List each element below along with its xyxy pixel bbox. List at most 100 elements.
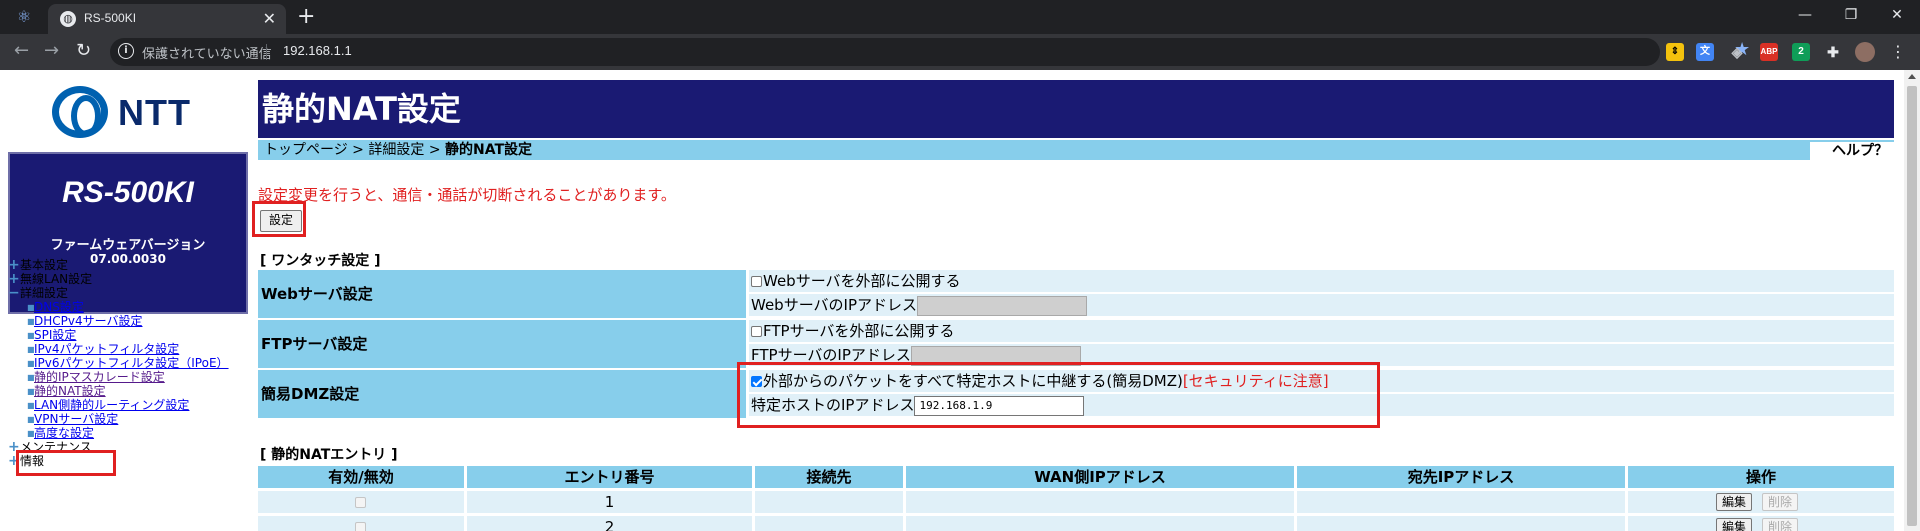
page-title: 静的NAT設定 [258,80,1894,138]
ftp-server-label: FTPサーバ設定 [258,320,746,368]
extension-translate-icon[interactable]: 文 [1696,43,1714,61]
omnibox-divider [266,44,267,60]
menu-item-dhcpv4[interactable]: ■ DHCPv4サーバ設定 [8,314,143,328]
bullet-icon: ■ [27,331,35,340]
entry-enabled-checkbox [355,497,366,508]
adblock-icon[interactable]: ABP [1760,43,1778,61]
col-operation: 操作 [1628,466,1894,488]
security-label: 保護されていない通信 [142,46,272,61]
menu-item-static-masquerade[interactable]: ■ 静的IPマスカレード設定 [8,370,165,384]
bullet-icon: ■ [27,359,35,368]
scroll-up-icon[interactable] [1908,74,1916,79]
web-server-label: Webサーバ設定 [258,270,746,318]
menu-item-basic[interactable]: + 基本設定 [8,258,68,272]
extensions-puzzle-icon[interactable]: ✚ [1824,43,1842,61]
menu-item-static-nat[interactable]: ■ 静的NAT設定 [8,384,106,398]
tab-close-icon[interactable]: ✕ [263,9,276,28]
ftp-publish-label: FTPサーバを外部に公開する [763,322,955,340]
breadcrumb-top[interactable]: トップページ [264,142,348,158]
page-viewport: NTT RS-500KI ファームウェアバージョン 07.00.0030 + 基本… [0,70,1920,531]
restore-icon[interactable]: ❐ [1828,4,1874,26]
expand-plus-icon: + [8,257,20,273]
bullet-icon: ■ [27,345,35,354]
page-scrollbar[interactable] [1904,70,1920,531]
entry-wan-ip [906,516,1294,531]
expand-plus-icon: + [8,271,20,287]
ftp-publish-checkbox[interactable] [751,326,762,337]
set-button[interactable]: 設定 [260,210,303,232]
entry-number: 2 [467,516,752,531]
extension-badge-icon[interactable]: 2 [1792,43,1810,61]
entry-operations: 編集 削除 [1628,491,1894,513]
breadcrumb-detail[interactable]: 詳細設定 [368,142,424,158]
menu-item-dns[interactable]: ■ DNS設定 [8,300,84,314]
edit-button[interactable]: 編集 [1716,493,1753,511]
bullet-icon: ■ [27,387,35,396]
globe-icon: ◍ [60,11,76,27]
collapse-minus-icon: − [8,285,20,301]
browser-tabstrip: ⚛ ◍ RS-500KI ✕ + — ❐ ✕ [0,0,1920,34]
window-close-icon[interactable]: ✕ [1874,4,1920,26]
extension-download-icon[interactable]: ⇕ [1666,43,1684,61]
help-link[interactable]: ヘルプ？ [1810,142,1894,160]
breadcrumb-current: 静的NAT設定 [445,142,533,158]
onetouch-section-title: [ ワンタッチ設定 ] [260,253,381,269]
profile-avatar[interactable] [1855,42,1875,62]
address-bar[interactable]: i 保護されていない通信 192.168.1.1 ★ [110,38,1750,66]
url-text[interactable]: 192.168.1.1 [283,43,352,58]
browser-tab[interactable]: ◍ RS-500KI ✕ [48,4,286,34]
reload-icon[interactable]: ↻ [76,41,91,61]
nav-highlight-box [16,450,116,476]
web-server-value: Webサーバを外部に公開する WebサーバのIPアドレス [749,270,1894,318]
bullet-icon: ■ [27,401,35,410]
entry-destination [755,491,903,513]
dmz-label: 簡易DMZ設定 [258,370,746,418]
delete-button: 削除 [1762,493,1799,511]
entry-operations: 編集 削除 [1628,516,1894,531]
entry-enabled-checkbox [355,522,366,531]
web-ip-line: WebサーバのIPアドレス [749,294,1894,316]
browser-toolbar: ← → ↻ i 保護されていない通信 192.168.1.1 ★ ⇕ 文 ◈ A… [0,34,1920,70]
entry-wan-ip [906,491,1294,513]
menu-item-wireless[interactable]: + 無線LAN設定 [8,272,92,286]
col-target-ip: 宛先IPアドレス [1297,466,1625,488]
menu-item-ipv6-filter[interactable]: ■ IPv6パケットフィルタ設定（IPoE） [8,356,229,370]
web-publish-checkbox[interactable] [751,276,762,287]
left-nav-frame: NTT RS-500KI ファームウェアバージョン 07.00.0030 + 基本… [0,70,250,531]
bullet-icon: ■ [27,429,35,438]
extension-target-icon[interactable]: ◈ [1728,43,1746,61]
table-row [258,491,464,513]
back-icon[interactable]: ← [14,41,29,61]
scroll-thumb[interactable] [1907,86,1917,526]
menu-item-lan-routing[interactable]: ■ LAN側静的ルーティング設定 [8,398,189,412]
edit-button[interactable]: 編集 [1716,518,1753,531]
brand-text: NTT [118,92,191,133]
menu-item-vpn[interactable]: ■ VPNサーバ設定 [8,412,118,426]
menu-kebab-icon[interactable]: ⋮ [1890,42,1906,62]
entry-target-ip [1297,491,1625,513]
menu-item-advanced-settings[interactable]: ■ 高度な設定 [8,426,94,440]
bullet-icon: ■ [27,373,35,382]
forward-icon[interactable]: → [44,41,59,61]
menu-item-spi[interactable]: ■ SPI設定 [8,328,76,342]
col-destination: 接続先 [755,466,903,488]
menu-item-advanced[interactable]: − 詳細設定 [8,286,68,300]
col-entry-number: エントリ番号 [467,466,752,488]
web-ip-input[interactable] [917,295,1088,316]
entry-destination [755,516,903,531]
nat-section-title: [ 静的NATエントリ ] [260,447,398,463]
entry-target-ip [1297,516,1625,531]
new-tab-button[interactable]: + [297,5,315,29]
model-name: RS-500KI [62,176,194,209]
delete-button: 削除 [1762,518,1799,531]
col-enabled: 有効/無効 [258,466,464,488]
tab-title: RS-500KI [84,11,137,25]
web-ip-label: WebサーバのIPアドレス [751,296,918,314]
minimize-icon[interactable]: — [1782,4,1828,26]
table-row [258,516,464,531]
menu-item-ipv4-filter[interactable]: ■ IPv4パケットフィルタ設定 [8,342,179,356]
info-icon[interactable]: i [118,43,134,59]
ftp-server-value: FTPサーバを外部に公開する FTPサーバのIPアドレス [749,320,1894,368]
bullet-icon: ■ [27,317,35,326]
dmz-highlight-box [737,362,1380,428]
